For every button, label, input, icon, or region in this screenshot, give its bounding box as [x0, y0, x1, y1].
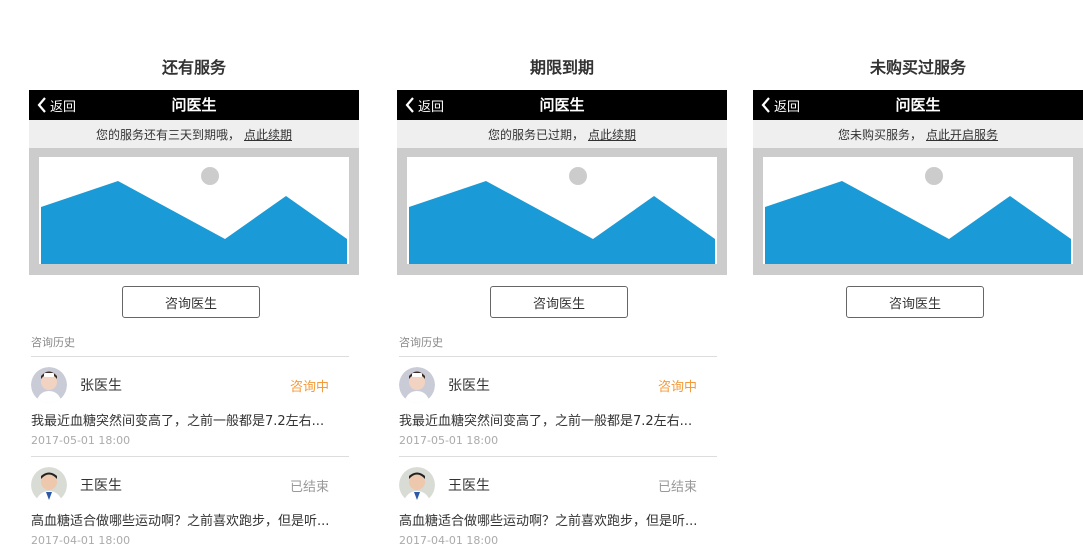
timestamp: 2017-04-01 18:00 — [31, 534, 131, 547]
history-label: 咨询历史 — [399, 334, 717, 357]
doctor-name: 张医生 — [448, 378, 490, 394]
variant-active-service: 还有服务 返回 问医生 您的服务还有三天到期哦， 点此续期 咨询医生 咨询历史 — [29, 0, 359, 551]
navbar: 返回 问医生 — [29, 90, 359, 120]
doctor-name: 王医生 — [80, 478, 122, 494]
status-badge: 咨询中 — [657, 380, 697, 395]
banner-image — [29, 148, 359, 275]
service-notice: 您的服务已过期， 点此续期 — [397, 120, 727, 148]
banner-image — [397, 148, 727, 275]
consult-history: 咨询历史 张医生 咨询中 我最近血糖突然间变高了，之前一般都是7.2左右... … — [31, 334, 349, 556]
back-button[interactable]: 返回 — [405, 90, 444, 120]
variant-expired-service: 期限到期 返回 问医生 您的服务已过期， 点此续期 咨询医生 咨询历史 张医生 … — [397, 0, 727, 551]
service-notice: 您未购买服务， 点此开启服务 — [753, 120, 1083, 148]
phone-screen: 返回 问医生 您的服务还有三天到期哦， 点此续期 咨询医生 咨询历史 张医生 咨… — [29, 90, 359, 547]
open-service-link[interactable]: 点此开启服务 — [926, 126, 998, 143]
chevron-left-icon — [405, 97, 414, 113]
consult-doctor-button[interactable]: 咨询医生 — [122, 286, 260, 318]
message-preview: 我最近血糖突然间变高了，之前一般都是7.2左右... — [31, 414, 325, 429]
notice-text: 您未购买服务， — [837, 127, 922, 142]
image-placeholder-icon — [409, 167, 715, 264]
doctor-name: 张医生 — [80, 378, 122, 394]
phone-screen: 返回 问医生 您未购买服务， 点此开启服务 咨询医生 — [753, 90, 1083, 318]
service-notice: 您的服务还有三天到期哦， 点此续期 — [29, 120, 359, 148]
avatar — [31, 367, 67, 403]
nav-title: 问医生 — [171, 96, 217, 114]
back-label: 返回 — [50, 99, 77, 115]
back-button[interactable]: 返回 — [37, 90, 76, 120]
status-badge: 已结束 — [657, 480, 697, 495]
message-preview: 高血糖适合做哪些运动啊？之前喜欢跑步，但是听... — [399, 514, 698, 529]
variant-no-service: 未购买过服务 返回 问医生 您未购买服务， 点此开启服务 咨询医生 — [753, 0, 1083, 551]
doctor-name: 王医生 — [448, 478, 490, 494]
nav-title: 问医生 — [895, 96, 941, 114]
message-preview: 我最近血糖突然间变高了，之前一般都是7.2左右... — [399, 414, 693, 429]
status-badge: 已结束 — [289, 480, 329, 495]
avatar — [31, 467, 67, 503]
list-item[interactable]: 张医生 咨询中 我最近血糖突然间变高了，之前一般都是7.2左右... 2017-… — [399, 357, 717, 457]
navbar: 返回 问医生 — [397, 90, 727, 120]
avatar — [399, 467, 435, 503]
list-item[interactable]: 张医生 咨询中 我最近血糖突然间变高了，之前一般都是7.2左右... 2017-… — [31, 357, 349, 457]
back-label: 返回 — [774, 99, 801, 115]
timestamp: 2017-05-01 18:00 — [399, 434, 499, 447]
status-badge: 咨询中 — [289, 380, 329, 395]
list-item[interactable]: 王医生 已结束 高血糖适合做哪些运动啊？之前喜欢跑步，但是听... 2017-0… — [31, 457, 349, 556]
image-placeholder-icon — [41, 167, 347, 264]
nav-title: 问医生 — [539, 96, 585, 114]
navbar: 返回 问医生 — [753, 90, 1083, 120]
back-label: 返回 — [418, 99, 445, 115]
history-label: 咨询历史 — [31, 334, 349, 357]
variant-title: 未购买过服务 — [869, 58, 966, 77]
chevron-left-icon — [37, 97, 46, 113]
variant-title: 还有服务 — [161, 58, 226, 77]
timestamp: 2017-05-01 18:00 — [31, 434, 131, 447]
timestamp: 2017-04-01 18:00 — [399, 534, 499, 547]
back-button[interactable]: 返回 — [761, 90, 800, 120]
notice-text: 您的服务已过期， — [487, 127, 584, 142]
chevron-left-icon — [761, 97, 770, 113]
list-item[interactable]: 王医生 已结束 高血糖适合做哪些运动啊？之前喜欢跑步，但是听... 2017-0… — [399, 457, 717, 556]
message-preview: 高血糖适合做哪些运动啊？之前喜欢跑步，但是听... — [31, 514, 330, 529]
consult-history: 咨询历史 张医生 咨询中 我最近血糖突然间变高了，之前一般都是7.2左右... … — [399, 334, 717, 556]
consult-doctor-button[interactable]: 咨询医生 — [490, 286, 628, 318]
notice-text: 您的服务还有三天到期哦， — [95, 127, 240, 142]
image-placeholder-icon — [765, 167, 1071, 264]
banner-image — [753, 148, 1083, 275]
phone-screen: 返回 问医生 您的服务已过期， 点此续期 咨询医生 咨询历史 张医生 咨询中 我… — [397, 90, 727, 547]
consult-doctor-button[interactable]: 咨询医生 — [846, 286, 984, 318]
renew-link[interactable]: 点此续期 — [244, 126, 292, 143]
renew-link[interactable]: 点此续期 — [588, 126, 636, 143]
avatar — [399, 367, 435, 403]
variant-title: 期限到期 — [529, 58, 594, 77]
